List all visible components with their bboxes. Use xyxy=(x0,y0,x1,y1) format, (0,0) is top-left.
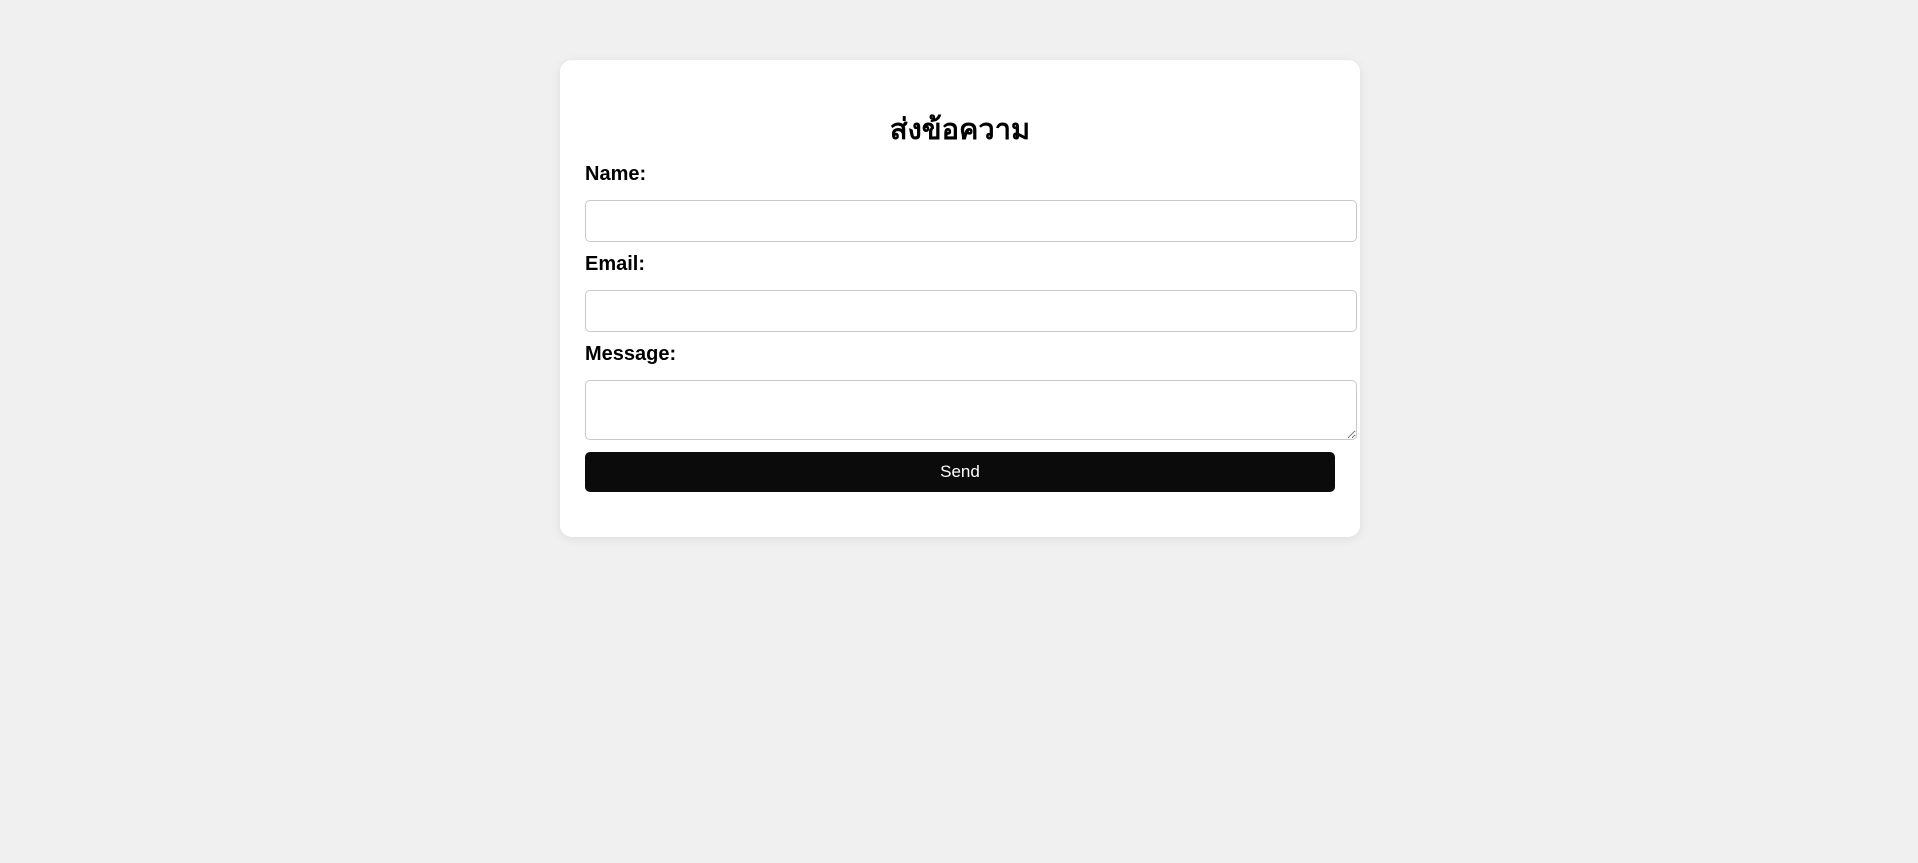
email-label: Email: xyxy=(585,253,646,275)
name-label: Name: xyxy=(585,163,647,185)
contact-form-card: ส่งข้อความ Name: Email: Message: Send xyxy=(560,60,1360,537)
send-button[interactable]: Send xyxy=(585,452,1335,492)
message-label: Message: xyxy=(585,343,677,365)
message-textarea[interactable] xyxy=(585,380,1357,440)
form-title: ส่งข้อความ xyxy=(889,114,1031,146)
name-input[interactable] xyxy=(585,200,1357,242)
email-input[interactable] xyxy=(585,290,1357,332)
